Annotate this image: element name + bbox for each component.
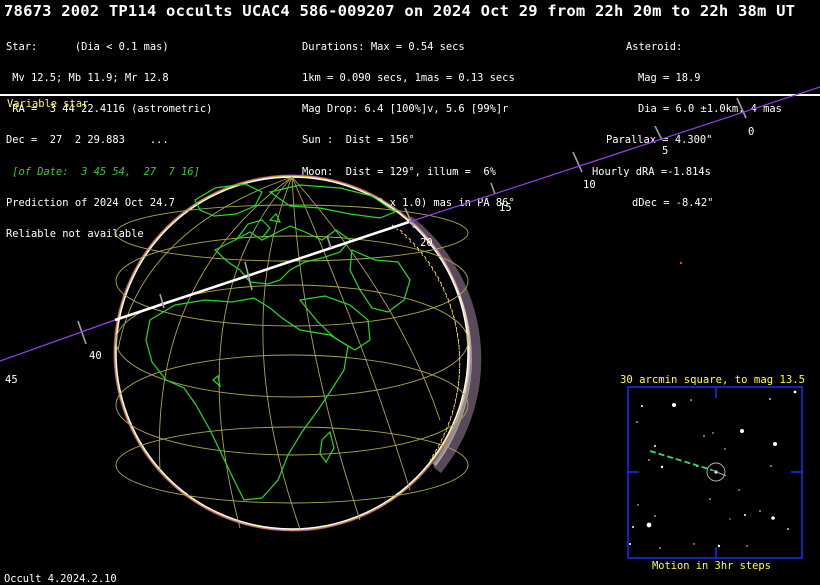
finder-title: 30 arcmin square, to mag 13.5 bbox=[620, 374, 805, 386]
earth-globe bbox=[115, 176, 469, 530]
finder-chart bbox=[627, 386, 803, 559]
track-label: 20 bbox=[420, 237, 433, 249]
track-label: 5 bbox=[662, 145, 668, 157]
marker-dot bbox=[679, 261, 683, 265]
version-footer: Occult 4.2024.2.10 bbox=[4, 573, 117, 585]
track-label: 45 bbox=[5, 374, 18, 386]
finder-caption: Motion in 3hr steps bbox=[652, 560, 771, 572]
occultation-map: 0 5 10 15 20 40 45 bbox=[0, 86, 820, 559]
track-label: 0 bbox=[748, 126, 754, 138]
track-label: 15 bbox=[499, 202, 512, 214]
track-label: 10 bbox=[583, 179, 596, 191]
track-label: 40 bbox=[89, 350, 102, 362]
